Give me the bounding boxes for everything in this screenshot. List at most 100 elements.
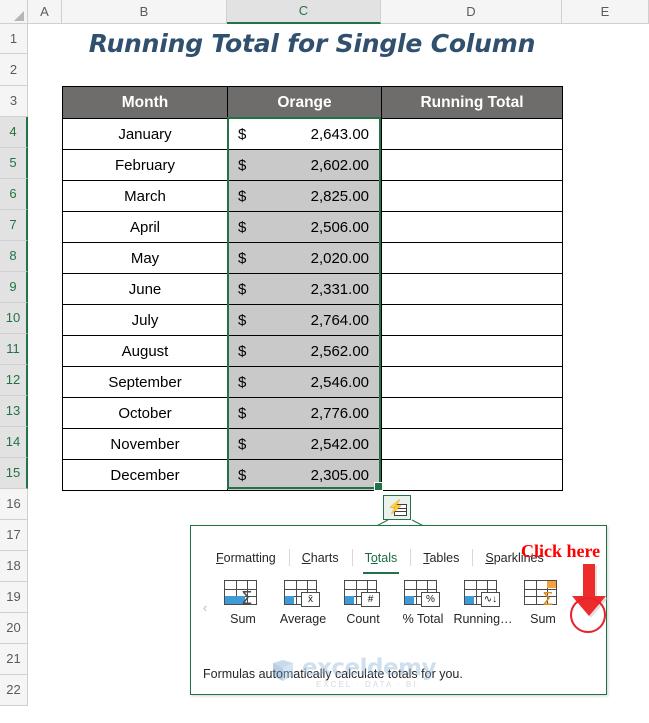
cell-running-total[interactable]: [381, 180, 563, 212]
cell-running-total[interactable]: [381, 304, 563, 336]
quick-analysis-button[interactable]: ⚡: [383, 495, 411, 520]
cell-orange-value[interactable]: $2,602.00: [227, 149, 382, 181]
cell-month[interactable]: May: [62, 242, 228, 274]
row-header-20[interactable]: 20: [0, 613, 28, 644]
column-header-running-total[interactable]: Running Total: [381, 86, 563, 119]
page-title: Running Total for Single Column: [88, 28, 536, 58]
row-header-9[interactable]: 9: [0, 272, 28, 303]
cell-month[interactable]: January: [62, 118, 228, 150]
quick-analysis-item[interactable]: Σ Sum: [213, 580, 273, 626]
row-header-18[interactable]: 18: [0, 551, 28, 582]
cell-orange-value[interactable]: $2,020.00: [227, 242, 382, 274]
column-header-a[interactable]: A: [28, 0, 62, 24]
quick-analysis-item[interactable]: # Count: [333, 580, 393, 626]
cell-orange-value[interactable]: $2,764.00: [227, 304, 382, 336]
row-header-4[interactable]: 4: [0, 117, 28, 148]
row-header-16[interactable]: 16: [0, 489, 28, 520]
value-text: 2,020.00: [310, 249, 369, 267]
row-header-12[interactable]: 12: [0, 365, 28, 396]
icon-badge: %: [421, 592, 440, 607]
cell-month[interactable]: November: [62, 428, 228, 460]
column-header-d[interactable]: D: [381, 0, 562, 24]
cell-running-total[interactable]: [381, 273, 563, 305]
row-header-15[interactable]: 15: [0, 458, 28, 489]
cell-orange-value[interactable]: $2,825.00: [227, 180, 382, 212]
cell-month[interactable]: February: [62, 149, 228, 181]
average-icon: x̄: [284, 580, 322, 607]
quick-analysis-item[interactable]: x̄ Average: [273, 580, 333, 626]
quick-analysis-item-label: Average: [279, 612, 327, 626]
tab-charts-label: harts: [310, 550, 339, 565]
cell-orange-value[interactable]: $2,305.00: [227, 459, 382, 491]
currency-symbol: $: [238, 126, 247, 143]
table-body: January $2,643.00 February $2,602.00 March $2…: [62, 118, 563, 491]
row-header-22[interactable]: 22: [0, 675, 28, 706]
cell-month[interactable]: September: [62, 366, 228, 398]
tab-tables[interactable]: Tables: [410, 548, 472, 571]
cell-month[interactable]: October: [62, 397, 228, 429]
row-header-2[interactable]: 2: [0, 54, 28, 86]
quick-analysis-item[interactable]: % % Total: [393, 580, 453, 626]
currency-symbol: $: [238, 157, 247, 174]
tab-charts-accel: C: [301, 550, 311, 565]
table-row: August $2,562.00: [62, 335, 563, 367]
cell-running-total[interactable]: [381, 242, 563, 274]
cell-running-total[interactable]: [381, 118, 563, 150]
tab-formatting[interactable]: Formatting: [203, 548, 289, 571]
row-header-14[interactable]: 14: [0, 427, 28, 458]
cell-month[interactable]: April: [62, 211, 228, 243]
quick-analysis-item-list: Σ Sum x̄ Average # Count% % Total ∿↓ Running… Σ Su…: [191, 580, 606, 652]
row-header-13[interactable]: 13: [0, 396, 28, 427]
cell-orange-value[interactable]: $2,331.00: [227, 273, 382, 305]
cell-month[interactable]: July: [62, 304, 228, 336]
cell-running-total[interactable]: [381, 428, 563, 460]
row-header-1[interactable]: 1: [0, 24, 28, 54]
value-text: 2,542.00: [310, 435, 369, 453]
tab-charts[interactable]: Charts: [288, 548, 352, 571]
cell-running-total[interactable]: [381, 366, 563, 398]
quick-analysis-item[interactable]: Σ Sum: [513, 580, 573, 626]
cell-orange-value[interactable]: $2,562.00: [227, 335, 382, 367]
tab-totals[interactable]: Totals: [351, 548, 411, 574]
table-row: January $2,643.00: [62, 118, 563, 150]
cell-running-total[interactable]: [381, 459, 563, 491]
currency-symbol: $: [238, 467, 247, 484]
fill-handle[interactable]: [374, 482, 383, 491]
quick-analysis-item[interactable]: ∿↓ Running…: [453, 580, 513, 626]
select-all-corner[interactable]: [0, 0, 28, 24]
cell-month[interactable]: August: [62, 335, 228, 367]
cell-running-total[interactable]: [381, 335, 563, 367]
row-header-5[interactable]: 5: [0, 148, 28, 179]
column-header-e[interactable]: E: [562, 0, 649, 24]
cell-orange-value[interactable]: $2,643.00: [227, 118, 382, 150]
currency-symbol: $: [238, 219, 247, 236]
cell-orange-value[interactable]: $2,776.00: [227, 397, 382, 429]
cell-running-total[interactable]: [381, 211, 563, 243]
row-header-6[interactable]: 6: [0, 179, 28, 210]
row-header-10[interactable]: 10: [0, 303, 28, 334]
cell-running-total[interactable]: [381, 149, 563, 181]
table-row: September $2,546.00: [62, 366, 563, 398]
row-header-19[interactable]: 19: [0, 582, 28, 613]
cell-month[interactable]: December: [62, 459, 228, 491]
row-header-11[interactable]: 11: [0, 334, 28, 365]
row-header-7[interactable]: 7: [0, 210, 28, 241]
row-header-8[interactable]: 8: [0, 241, 28, 272]
column-header-month[interactable]: Month: [62, 86, 228, 119]
quick-analysis-item-label: Sum: [230, 612, 256, 626]
cell-month[interactable]: June: [62, 273, 228, 305]
cell-orange-value[interactable]: $2,542.00: [227, 428, 382, 460]
row-header-17[interactable]: 17: [0, 520, 28, 551]
row-header-21[interactable]: 21: [0, 644, 28, 675]
column-header-c[interactable]: C: [227, 0, 381, 24]
cell-orange-value[interactable]: $2,546.00: [227, 366, 382, 398]
currency-symbol: $: [238, 312, 247, 329]
cell-running-total[interactable]: [381, 397, 563, 429]
cell-month[interactable]: March: [62, 180, 228, 212]
column-header-b[interactable]: B: [62, 0, 227, 24]
tab-totals-accel: o: [370, 550, 378, 565]
cell-orange-value[interactable]: $2,506.00: [227, 211, 382, 243]
row-header-3[interactable]: 3: [0, 86, 28, 117]
column-header-orange[interactable]: Orange: [227, 86, 382, 119]
table-row: April $2,506.00: [62, 211, 563, 243]
